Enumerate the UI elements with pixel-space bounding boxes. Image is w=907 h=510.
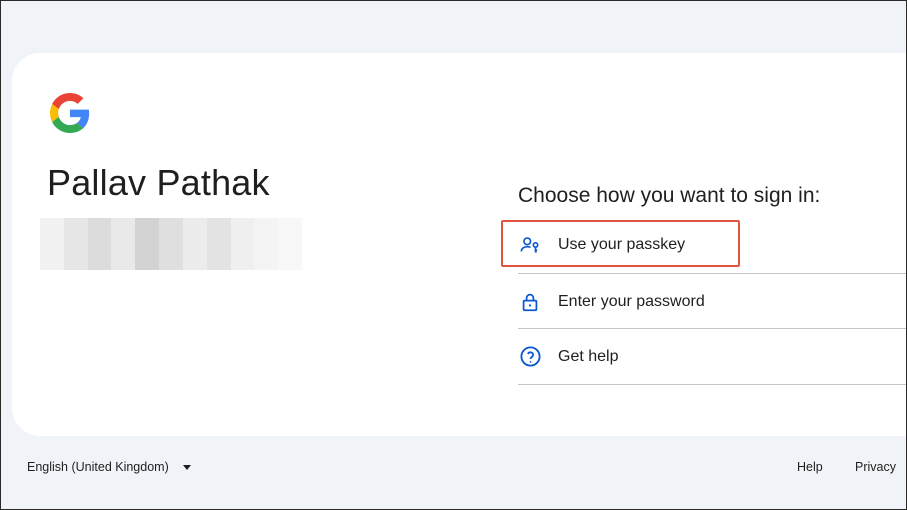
get-help-option[interactable]: Get help (518, 328, 907, 385)
help-link[interactable]: Help (797, 460, 823, 474)
account-name: Pallav Pathak (47, 162, 270, 203)
help-icon (518, 345, 542, 369)
redacted-email (40, 218, 302, 270)
passkey-icon (518, 233, 542, 257)
lock-icon (518, 290, 542, 314)
language-selector[interactable]: English (United Kingdom) (27, 460, 191, 474)
get-help-label: Get help (558, 347, 619, 365)
caret-down-icon (182, 464, 191, 470)
privacy-link[interactable]: Privacy (855, 460, 896, 474)
use-passkey-option[interactable]: Use your passkey (518, 217, 907, 272)
enter-password-option[interactable]: Enter your password (518, 273, 907, 329)
signin-prompt: Choose how you want to sign in: (518, 184, 821, 207)
language-label: English (United Kingdom) (27, 460, 169, 474)
enter-password-label: Enter your password (558, 292, 705, 310)
google-logo-icon (50, 93, 90, 133)
use-passkey-label: Use your passkey (558, 235, 686, 253)
